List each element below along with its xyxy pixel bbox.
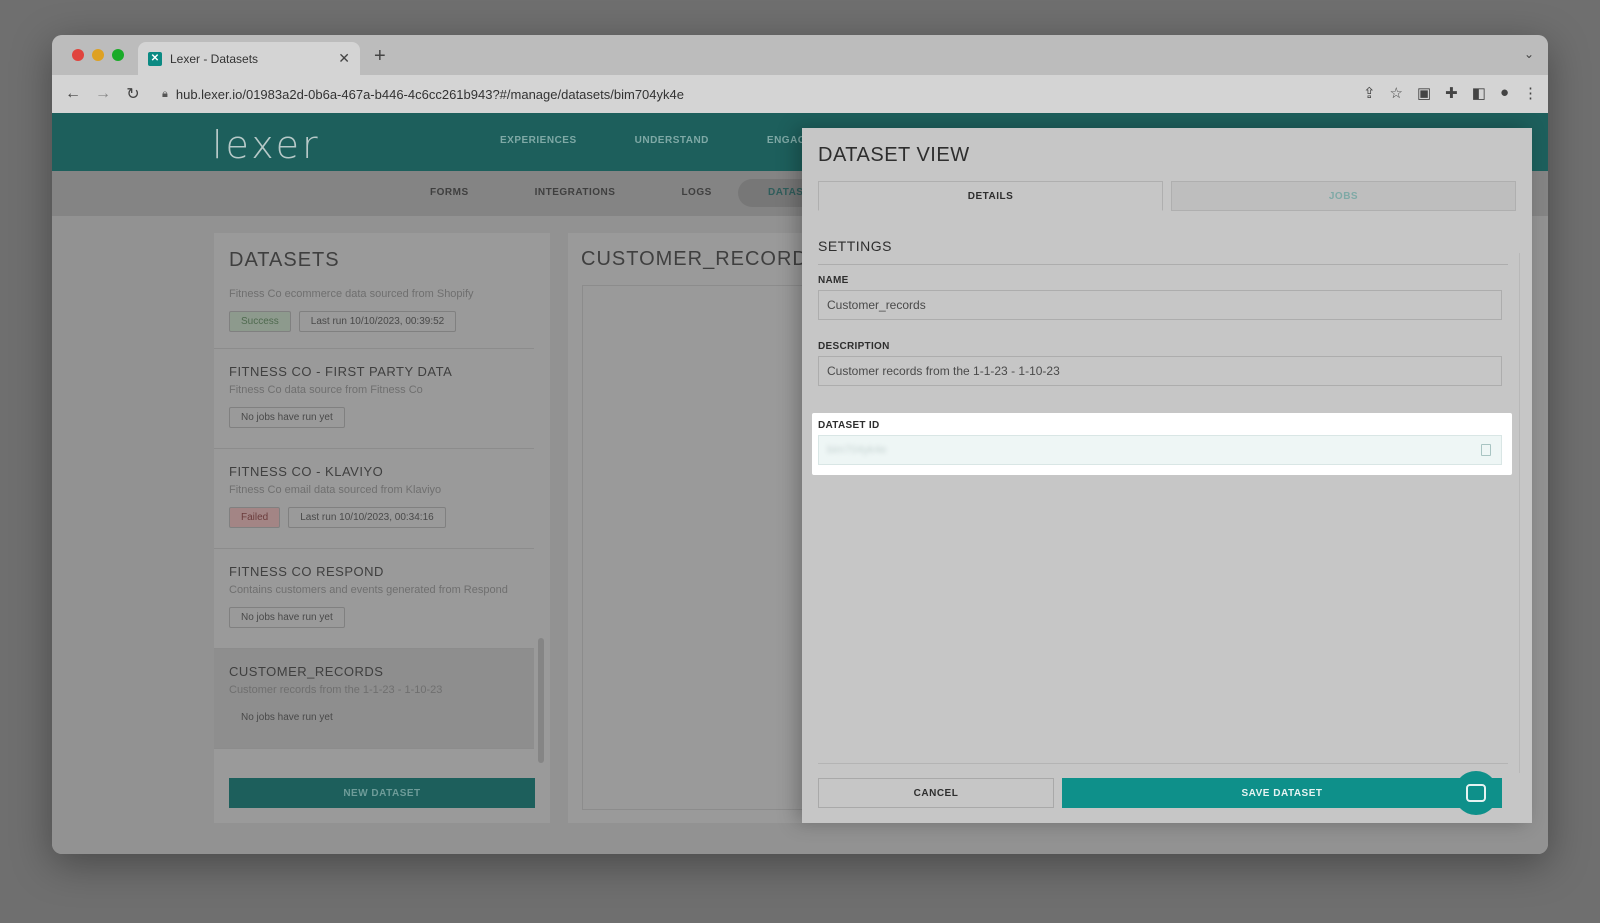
dataset-status-chips: Success Last run 10/10/2023, 00:39:52 [229,311,519,332]
list-item[interactable]: FITNESS CO RESPOND Contains customers an… [214,549,534,649]
extension-icon[interactable]: ▣ [1417,84,1431,102]
tab-search-chevron-icon[interactable]: ⌄ [1524,47,1534,61]
footer-divider [818,763,1508,764]
dataset-view-drawer: DATASET VIEW DETAILS JOBS SETTINGS NAME … [802,128,1532,823]
reload-icon[interactable]: ↻ [118,84,148,104]
browser-titlebar: ✕ Lexer - Datasets ✕ + ⌄ [52,35,1548,75]
status-badge: Success [229,311,291,332]
datasets-title: DATASETS [229,249,340,271]
dataset-description: Customer records from the 1-1-23 - 1-10-… [229,684,443,696]
top-nav-items: EXPERIENCES UNDERSTAND ENGAGE [500,135,813,146]
name-label: NAME [818,275,849,286]
new-dataset-button[interactable]: NEW DATASET [229,778,535,808]
sub-nav-items: FORMS INTEGRATIONS LOGS [430,187,712,198]
datasets-panel: DATASETS Fitness Co ecommerce data sourc… [214,233,550,823]
tab-jobs[interactable]: JOBS [1171,181,1516,211]
dataset-name: FITNESS CO - FIRST PARTY DATA [229,364,453,379]
more-menu-icon[interactable]: ⋮ [1523,84,1538,102]
lock-icon: 🔒︎ [162,87,168,100]
status-badge: No jobs have run yet [241,712,333,723]
dataset-status-chips: Failed Last run 10/10/2023, 00:34:16 [229,507,519,528]
dataset-name: CUSTOMER_RECORDS [229,664,384,679]
drawer-tabs: DETAILS JOBS [818,181,1516,211]
browser-tab[interactable]: ✕ Lexer - Datasets ✕ [138,42,360,75]
dataset-description: Fitness Co data source from Fitness Co [229,384,423,396]
dataset-name: FITNESS CO - KLAVIYO [229,464,384,479]
list-item[interactable]: FITNESS CO - KLAVIYO Fitness Co email da… [214,449,534,549]
url-text: hub.lexer.io/01983a2d-0b6a-467a-b446-4c6… [175,86,684,102]
dataset-name: FITNESS CO RESPOND [229,564,384,579]
dataset-status-chips: No jobs have run yet [229,707,519,728]
description-label: DESCRIPTION [818,341,890,352]
last-run-badge: Last run 10/10/2023, 00:39:52 [298,311,457,332]
save-dataset-button[interactable]: SAVE DATASET [1062,778,1502,808]
tab-details[interactable]: DETAILS [818,181,1163,211]
subnav-integrations[interactable]: INTEGRATIONS [535,187,616,198]
browser-toolbar-icons: ⇪ ☆ ▣ ✚ ◧ ● ⋮ [1363,84,1538,102]
list-item[interactable]: Fitness Co ecommerce data sourced from S… [214,273,534,349]
list-item[interactable]: FITNESS CO - FIRST PARTY DATA Fitness Co… [214,349,534,449]
copy-icon[interactable] [1481,444,1491,456]
tab-close-icon[interactable]: ✕ [338,50,350,67]
puzzle-extensions-icon[interactable]: ✚ [1445,84,1458,102]
lexer-logo[interactable]: lexer [212,123,321,167]
status-badge: Failed [229,507,281,528]
url-field[interactable]: 🔒︎ hub.lexer.io/01983a2d-0b6a-467a-b446-… [162,87,684,102]
close-window-button[interactable] [72,49,84,61]
status-badge: No jobs have run yet [229,407,345,428]
chat-icon [1466,784,1486,802]
address-bar: ← → ↻ 🔒︎ hub.lexer.io/01983a2d-0b6a-467a… [52,75,1548,113]
nav-experiences[interactable]: EXPERIENCES [500,135,577,146]
description-input[interactable] [818,356,1502,386]
forward-icon[interactable]: → [88,85,118,103]
name-field-group: NAME [818,275,1502,320]
drawer-title: DATASET VIEW [818,144,970,166]
dataset-id-label: DATASET ID [818,420,880,431]
browser-window: ✕ Lexer - Datasets ✕ + ⌄ ← → ↻ 🔒︎ hub.le… [52,35,1548,854]
back-icon[interactable]: ← [58,85,88,103]
detail-title: CUSTOMER_RECORDS [581,248,823,270]
dataset-id-value: bim704yk4e [827,444,887,456]
dataset-status-chips: No jobs have run yet [229,407,519,428]
drawer-scrollbar[interactable] [1519,253,1520,773]
name-input[interactable] [818,290,1502,320]
dataset-id-field[interactable]: bim704yk4e [818,435,1502,465]
new-tab-icon[interactable]: + [374,45,386,68]
settings-section-header: SETTINGS [818,238,1508,265]
last-run-badge: Last run 10/10/2023, 00:34:16 [288,507,446,528]
description-field-group: DESCRIPTION [818,341,1502,386]
nav-understand[interactable]: UNDERSTAND [635,135,709,146]
minimize-window-button[interactable] [92,49,104,61]
dataset-description: Contains customers and events generated … [229,584,508,596]
dataset-description: Fitness Co email data sourced from Klavi… [229,484,442,496]
tab-title: Lexer - Datasets [170,51,259,66]
share-icon[interactable]: ⇪ [1363,84,1376,102]
cancel-button[interactable]: CANCEL [818,778,1054,808]
dataset-id-field-group: DATASET ID bim704yk4e [812,413,1512,475]
list-item[interactable]: CUSTOMER_RECORDS Customer records from t… [214,649,534,749]
dataset-description: Fitness Co ecommerce data sourced from S… [229,288,474,300]
subnav-forms[interactable]: FORMS [430,187,469,198]
window-controls [72,49,124,61]
list-scrollbar[interactable] [538,638,544,763]
maximize-window-button[interactable] [112,49,124,61]
side-panel-icon[interactable]: ◧ [1472,84,1486,102]
lexer-app: lexer EXPERIENCES UNDERSTAND ENGAGE FORM… [52,113,1548,854]
profile-avatar-icon[interactable]: ● [1500,84,1509,102]
dataset-status-chips: No jobs have run yet [229,607,519,628]
status-badge: No jobs have run yet [229,607,345,628]
chat-launcher-button[interactable] [1454,771,1498,815]
subnav-logs[interactable]: LOGS [681,187,711,198]
bookmark-star-icon[interactable]: ☆ [1390,84,1403,102]
lexer-favicon-icon: ✕ [148,51,162,66]
